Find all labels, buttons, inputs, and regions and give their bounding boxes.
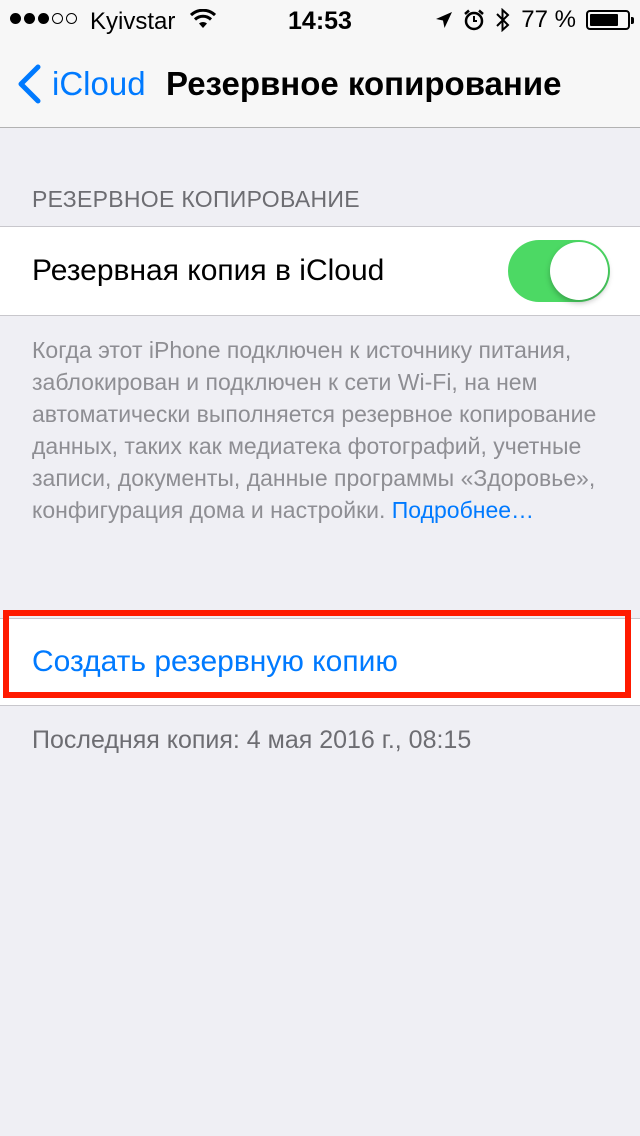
alarm-icon bbox=[464, 9, 485, 31]
status-bar: Kyivstar 14:53 77 % bbox=[0, 0, 640, 40]
location-icon bbox=[436, 12, 453, 28]
icloud-backup-label: Резервная копия в iCloud bbox=[32, 254, 385, 287]
battery-level bbox=[590, 14, 618, 26]
icloud-backup-toggle[interactable] bbox=[508, 240, 610, 302]
icloud-backup-row: Резервная копия в iCloud bbox=[0, 226, 640, 316]
section-footer-text: Когда этот iPhone подключен к источнику … bbox=[32, 337, 597, 523]
battery-icon bbox=[586, 10, 634, 30]
battery-percent: 77 % bbox=[521, 6, 576, 33]
back-button[interactable]: iCloud bbox=[14, 40, 146, 128]
back-button-label: iCloud bbox=[52, 65, 146, 102]
last-backup-status: Последняя копия: 4 мая 2016 г., 08:15 bbox=[32, 726, 472, 754]
status-right-group: 77 % bbox=[435, 6, 634, 34]
section-footer: Когда этот iPhone подключен к источнику … bbox=[32, 334, 612, 526]
section-header: РЕЗЕРВНОЕ КОПИРОВАНИЕ bbox=[32, 186, 360, 212]
backup-now-row[interactable]: Создать резервную копию bbox=[0, 618, 640, 706]
learn-more-link[interactable]: Подробнее… bbox=[392, 497, 534, 523]
battery-tip bbox=[631, 17, 634, 24]
navigation-bar: iCloud Резервное копирование bbox=[0, 40, 640, 128]
backup-now-button[interactable]: Создать резервную копию bbox=[32, 619, 398, 705]
toggle-knob bbox=[550, 242, 608, 300]
chevron-left-icon bbox=[18, 64, 41, 104]
page-title: Резервное копирование bbox=[166, 65, 562, 102]
bluetooth-icon bbox=[496, 8, 510, 32]
